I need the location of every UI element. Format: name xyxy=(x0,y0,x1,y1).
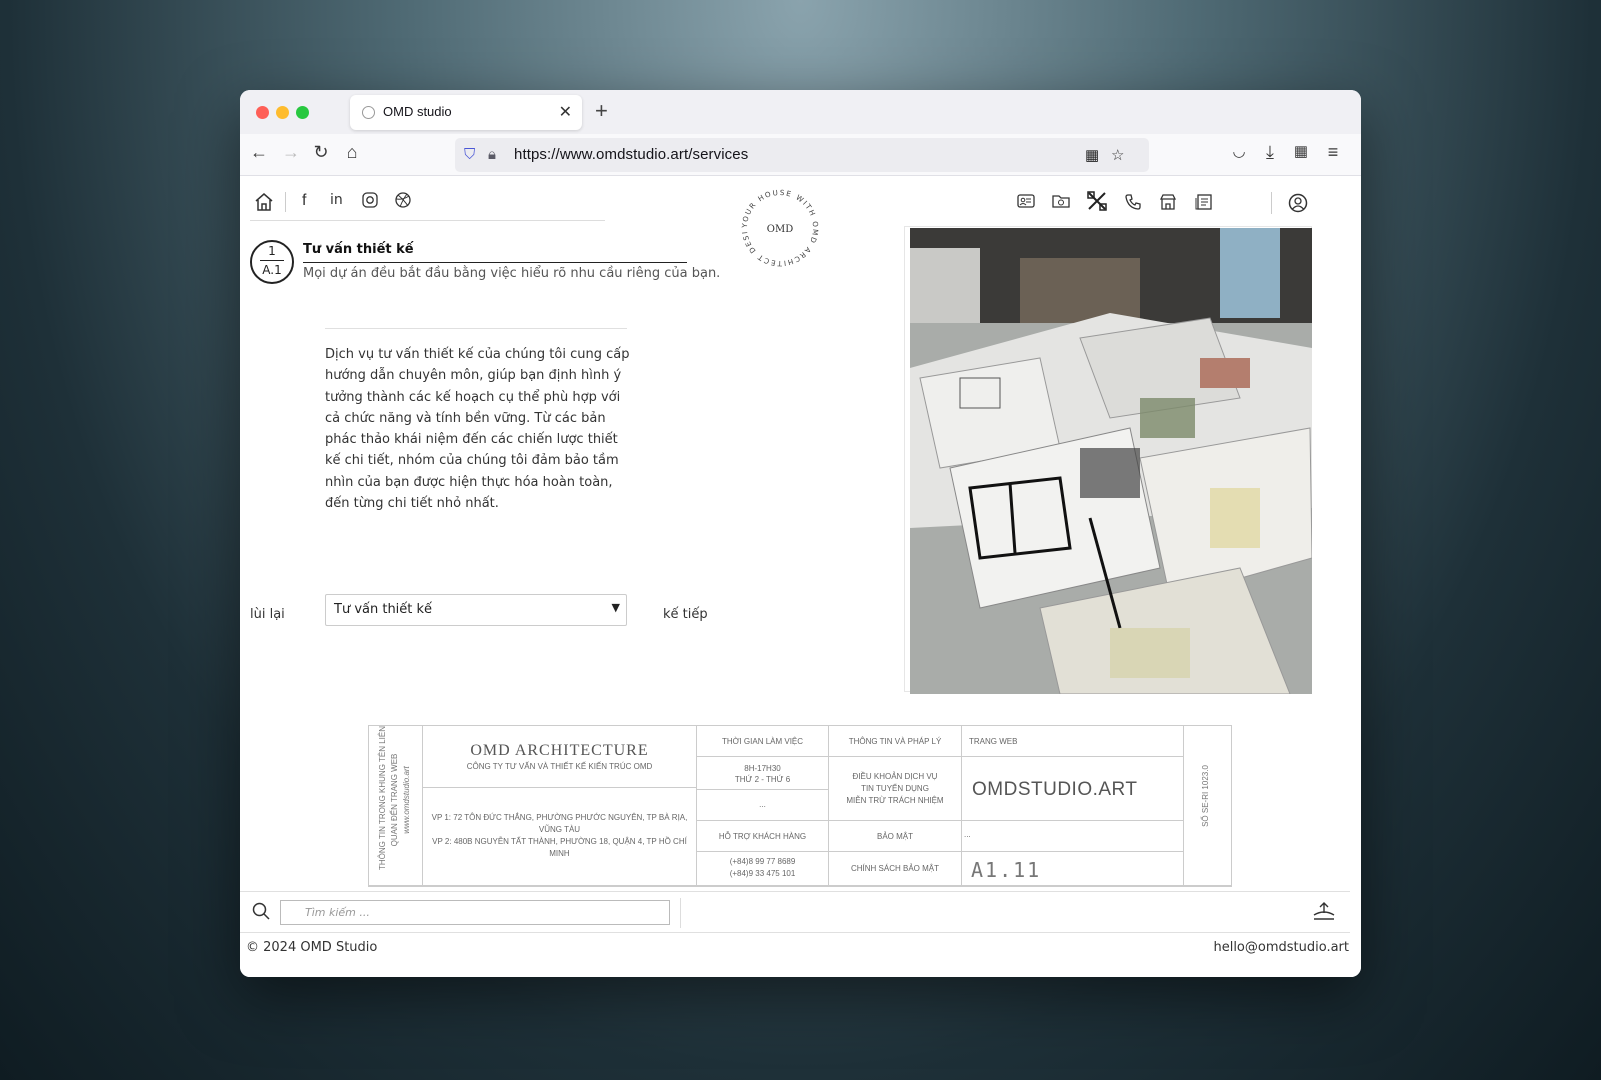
company-cell: OMD ARCHITECTURE CÔNG TY TƯ VẤN VÀ THIẾT… xyxy=(423,726,697,788)
reload-icon[interactable]: ↻ xyxy=(310,142,332,163)
back-icon[interactable]: ← xyxy=(248,142,270,163)
description-divider xyxy=(325,328,627,329)
website-link[interactable]: OMDSTUDIO.ART xyxy=(962,757,1184,821)
instagram-icon[interactable] xyxy=(362,192,378,212)
version-number: SỐ SE-RI 1023.0 xyxy=(1201,765,1210,827)
service-number-top: 1 xyxy=(268,244,276,258)
sheet-number: A1.11 xyxy=(962,852,1184,886)
company-subtitle: CÔNG TY TƯ VẤN VÀ THIẾT KẾ KIẾN TRÚC OMD xyxy=(466,762,653,771)
tab-title: OMD studio xyxy=(383,104,452,119)
account-icon[interactable] xyxy=(1288,193,1308,217)
architecture-drawings-photo xyxy=(910,228,1312,694)
title-block-note-3: www.omdstudio.art xyxy=(402,766,411,834)
hours-time: 8H-17H30 xyxy=(744,764,781,773)
next-link[interactable]: kế tiếp xyxy=(663,607,708,622)
privacy-link[interactable]: CHÍNH SÁCH BẢO MẬT xyxy=(829,852,962,886)
news-icon[interactable] xyxy=(1195,193,1213,215)
bottom-toolbar: Tìm kiếm ... xyxy=(240,891,1350,933)
search-input[interactable]: Tìm kiếm ... xyxy=(280,900,670,925)
shield-icon[interactable]: ⛉ xyxy=(464,146,475,163)
minimize-window-button[interactable] xyxy=(276,106,289,119)
qr-code-icon[interactable]: ▦ xyxy=(1085,146,1099,164)
address-bar[interactable]: ⛉ 🔒︎ https://www.omdstudio.art/services … xyxy=(455,138,1149,172)
scroll-to-top-icon[interactable] xyxy=(1313,901,1335,926)
title-block-note-2: QUAN ĐẾN TRANG WEB xyxy=(390,753,399,847)
security-link[interactable]: BẢO MẬT xyxy=(829,821,962,852)
new-tab-button[interactable]: + xyxy=(595,98,608,124)
title-block-vertical-cell: THÔNG TIN TRONG KHUNG TÊN LIÊN QUAN ĐẾN … xyxy=(369,726,423,886)
folder-search-icon[interactable] xyxy=(1052,193,1070,213)
zoom-window-button[interactable] xyxy=(296,106,309,119)
extensions-icon[interactable]: ▦ xyxy=(1290,142,1312,160)
terms-link[interactable]: ĐIỀU KHOẢN DỊCH VỤ xyxy=(829,771,961,783)
phone-icon[interactable] xyxy=(1124,193,1142,215)
service-select-value: Tư vấn thiết kế xyxy=(334,602,433,617)
divider xyxy=(285,192,286,212)
service-title: Tư vấn thiết kế xyxy=(303,242,414,257)
phone-2[interactable]: (+84)9 33 475 101 xyxy=(697,868,828,880)
service-number-badge: 1 A.1 xyxy=(250,240,294,284)
store-icon[interactable] xyxy=(1159,193,1177,215)
tab-close-icon[interactable]: ✕ xyxy=(559,102,572,122)
address-1: VP 1: 72 TÔN ĐỨC THẮNG, PHƯỜNG PHƯỚC NGU… xyxy=(431,813,688,834)
divider xyxy=(1271,192,1272,214)
service-title-underline xyxy=(303,262,687,263)
facebook-icon[interactable]: f xyxy=(302,192,306,210)
seal-center-text: OMD xyxy=(767,224,793,235)
navigation-bar: ← → ↻ ⌂ ⛉ 🔒︎ https://www.omdstudio.art/s… xyxy=(240,134,1361,176)
design-tools-icon[interactable] xyxy=(1086,190,1108,216)
address-cell: VP 1: 72 TÔN ĐỨC THẮNG, PHƯỜNG PHƯỚC NGU… xyxy=(423,788,697,886)
previous-link[interactable]: lùi lại xyxy=(250,607,285,622)
favicon-icon xyxy=(362,106,375,119)
service-subtitle: Mọi dự án đều bắt đầu bằng việc hiểu rõ … xyxy=(303,266,721,281)
page-content: f in 1 A.1 Tư vấn thiết kế Mọi dự án đều… xyxy=(240,176,1361,977)
dribbble-icon[interactable] xyxy=(395,192,411,212)
url-text[interactable]: https://www.omdstudio.art/services xyxy=(514,146,748,163)
header-divider xyxy=(250,220,605,221)
tab-bar: OMD studio ✕ + xyxy=(240,90,1361,134)
browser-window: OMD studio ✕ + ← → ↻ ⌂ ⛉ 🔒︎ https://www.… xyxy=(240,90,1361,977)
forward-icon[interactable]: → xyxy=(280,142,302,163)
hours-cell: 8H-17H30 THỨ 2 - THỨ 6 xyxy=(697,757,829,790)
address-2: VP 2: 480B NGUYỄN TẤT THÀNH, PHƯỜNG 18, … xyxy=(432,837,687,858)
badge-divider xyxy=(260,260,284,261)
omd-logo-seal[interactable]: YOUR HOUSE WITH OMD ARCHITECT DESIGN OMD xyxy=(740,188,820,268)
hours-days: THỨ 2 - THỨ 6 xyxy=(734,775,791,784)
service-description: Dịch vụ tư vấn thiết kế của chúng tôi cu… xyxy=(325,347,630,512)
careers-link[interactable]: TIN TUYỂN DỤNG xyxy=(829,783,961,795)
placeholder-dots-2: ... xyxy=(962,821,1184,852)
home-nav-icon[interactable] xyxy=(254,192,274,216)
company-name: OMD ARCHITECTURE xyxy=(470,742,649,759)
lock-icon[interactable]: 🔒︎ xyxy=(488,146,496,163)
phone-cell: (+84)8 99 77 8689 (+84)9 33 475 101 xyxy=(697,852,829,886)
close-window-button[interactable] xyxy=(256,106,269,119)
web-label: TRANG WEB xyxy=(962,726,1184,757)
download-icon[interactable]: ⤓ xyxy=(1259,142,1281,163)
menu-icon[interactable]: ≡ xyxy=(1322,142,1344,163)
service-number-bottom: A.1 xyxy=(262,263,282,277)
version-cell: SỐ SE-RI 1023.0 xyxy=(1184,726,1231,886)
home-icon[interactable]: ⌂ xyxy=(341,142,363,163)
search-icon[interactable] xyxy=(252,902,270,925)
footer-title-block: THÔNG TIN TRONG KHUNG TÊN LIÊN QUAN ĐẾN … xyxy=(368,725,1232,887)
chevron-down-icon: ▼ xyxy=(611,601,620,614)
divider xyxy=(680,898,681,928)
phone-1[interactable]: (+84)8 99 77 8689 xyxy=(697,856,828,868)
contact-card-icon[interactable] xyxy=(1017,193,1035,213)
title-block-note-1: THÔNG TIN TRONG KHUNG TÊN LIÊN xyxy=(378,725,387,870)
support-link[interactable]: HỖ TRỢ KHÁCH HÀNG xyxy=(697,821,829,852)
copyright-text: © 2024 OMD Studio xyxy=(246,940,378,955)
pocket-icon[interactable]: ◡ xyxy=(1228,142,1250,160)
linkedin-icon[interactable]: in xyxy=(330,192,343,208)
email-link[interactable]: hello@omdstudio.art xyxy=(1213,940,1349,955)
browser-tab[interactable]: OMD studio ✕ xyxy=(350,95,582,130)
service-select[interactable]: Tư vấn thiết kế ▼ xyxy=(325,594,627,626)
disclaimer-link[interactable]: MIỄN TRỪ TRÁCH NHIỆM xyxy=(829,795,961,807)
placeholder-dots: ... xyxy=(697,790,829,821)
bookmark-star-icon[interactable]: ☆ xyxy=(1111,146,1124,164)
legal-links-cell: ĐIỀU KHOẢN DỊCH VỤ TIN TUYỂN DỤNG MIỄN T… xyxy=(829,757,962,821)
legal-label: THÔNG TIN VÀ PHÁP LÝ xyxy=(829,726,962,757)
hours-label: THỜI GIAN LÀM VIỆC xyxy=(697,726,829,757)
